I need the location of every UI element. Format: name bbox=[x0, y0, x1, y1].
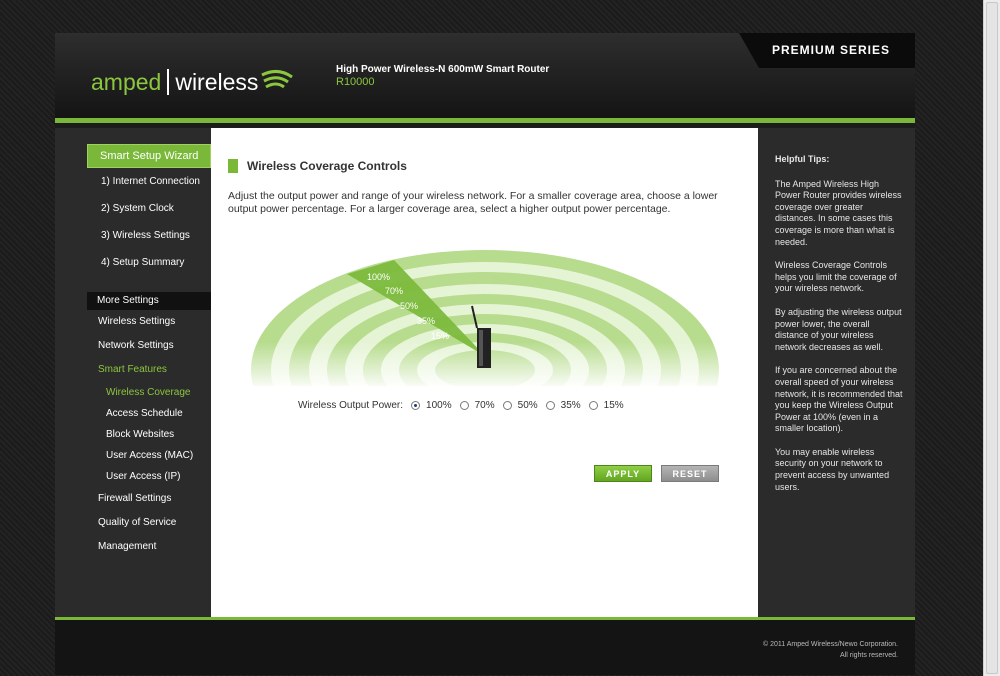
scrollbar-thumb[interactable] bbox=[986, 2, 998, 674]
radio-70[interactable] bbox=[459, 401, 469, 410]
label-100: 100% bbox=[367, 272, 390, 282]
radio-35[interactable] bbox=[545, 401, 555, 410]
sidebar-item-quality-of-service[interactable]: Quality of Service bbox=[87, 511, 211, 535]
radio-15[interactable] bbox=[588, 401, 598, 410]
wizard-internet-connection[interactable]: 1) Internet Connection bbox=[87, 168, 211, 195]
main-content: Wireless Coverage Controls Adjust the ou… bbox=[211, 128, 758, 617]
model-number: R10000 bbox=[336, 76, 375, 88]
logo-text-amped: amped bbox=[91, 68, 162, 95]
tip-paragraph: You may enable wireless security on your… bbox=[775, 446, 890, 492]
radio-15-label: 15% bbox=[603, 400, 624, 411]
label-70: 70% bbox=[385, 286, 403, 296]
sidebar-nav: Smart Setup Wizard 1) Internet Connectio… bbox=[87, 144, 211, 559]
header: PREMIUM SERIES amped wireless High Power… bbox=[55, 33, 915, 118]
radio-50[interactable] bbox=[502, 401, 512, 410]
tip-paragraph: If you are concerned about the overall s… bbox=[775, 365, 903, 434]
page-title: Wireless Coverage Controls bbox=[228, 159, 407, 173]
tips-title: Helpful Tips: bbox=[775, 154, 830, 164]
amped-wireless-logo: amped wireless bbox=[91, 67, 294, 97]
sidebar-item-access-schedule[interactable]: Access Schedule bbox=[87, 403, 211, 424]
logo-swoosh-icon bbox=[261, 70, 294, 89]
copyright-line: © 2011 Amped Wireless/Newo Corporation. bbox=[763, 641, 898, 648]
sidebar-item-management[interactable]: Management bbox=[87, 535, 211, 559]
tip-paragraph: Wireless Coverage Controls helps you lim… bbox=[775, 260, 897, 294]
sidebar-item-network-settings[interactable]: Network Settings bbox=[87, 334, 211, 358]
product-name: High Power Wireless-N 600mW Smart Router bbox=[336, 64, 550, 75]
wizard-wireless-settings[interactable]: 3) Wireless Settings bbox=[87, 222, 211, 249]
wireless-output-power-control: Wireless Output Power: 100% 70% 50% 35% … bbox=[298, 400, 624, 411]
power-option-35[interactable]: 35% bbox=[545, 400, 581, 411]
sidebar-item-user-access-ip[interactable]: User Access (IP) bbox=[87, 466, 211, 487]
power-option-15[interactable]: 15% bbox=[588, 400, 624, 411]
label-50: 50% bbox=[400, 301, 418, 311]
coverage-graphic: 100% 70% 50% 35% 15% bbox=[249, 250, 721, 386]
radio-100[interactable] bbox=[411, 401, 421, 410]
reset-button[interactable]: RESET bbox=[661, 465, 719, 482]
header-accent-bar bbox=[55, 118, 915, 123]
wizard-system-clock[interactable]: 2) System Clock bbox=[87, 195, 211, 222]
power-option-70[interactable]: 70% bbox=[459, 400, 495, 411]
copyright: © 2011 Amped Wireless/Newo Corporation. … bbox=[763, 639, 898, 661]
radio-50-label: 50% bbox=[517, 400, 538, 411]
premium-series-badge: PREMIUM SERIES bbox=[739, 33, 915, 68]
sidebar-item-smart-features[interactable]: Smart Features bbox=[87, 358, 211, 382]
output-power-label: Wireless Output Power: bbox=[298, 400, 404, 411]
power-option-50[interactable]: 50% bbox=[502, 400, 538, 411]
page-description: Adjust the output power and range of you… bbox=[228, 190, 718, 215]
radio-70-label: 70% bbox=[474, 400, 495, 411]
sidebar-item-user-access-mac[interactable]: User Access (MAC) bbox=[87, 445, 211, 466]
tip-paragraph: By adjusting the wireless output power l… bbox=[775, 306, 902, 352]
more-settings-heading: More Settings bbox=[87, 292, 211, 310]
power-option-100[interactable]: 100% bbox=[411, 400, 452, 411]
radio-35-label: 35% bbox=[560, 400, 581, 411]
sidebar-item-block-websites[interactable]: Block Websites bbox=[87, 424, 211, 445]
sidebar-item-firewall-settings[interactable]: Firewall Settings bbox=[87, 487, 211, 511]
logo-divider bbox=[167, 69, 170, 95]
logo-text-wireless: wireless bbox=[175, 68, 259, 95]
smart-setup-wizard-button[interactable]: Smart Setup Wizard bbox=[87, 144, 211, 168]
label-15: 15% bbox=[431, 331, 449, 341]
wizard-setup-summary[interactable]: 4) Setup Summary bbox=[87, 249, 211, 276]
helpful-tips-panel: Helpful Tips: The Amped Wireless High Po… bbox=[758, 128, 915, 618]
rights-line: All rights reserved. bbox=[840, 652, 898, 659]
title-marker bbox=[228, 159, 238, 173]
tip-paragraph: The Amped Wireless High Power Router pro… bbox=[775, 178, 902, 247]
helpful-tips: Helpful Tips: The Amped Wireless High Po… bbox=[775, 154, 903, 505]
sidebar-item-wireless-coverage[interactable]: Wireless Coverage bbox=[87, 382, 211, 403]
browser-scrollbar[interactable] bbox=[983, 0, 1000, 676]
sidebar-item-wireless-settings[interactable]: Wireless Settings bbox=[87, 310, 211, 334]
router-admin-frame: PREMIUM SERIES amped wireless High Power… bbox=[55, 33, 915, 675]
page-title-text: Wireless Coverage Controls bbox=[247, 159, 407, 173]
apply-button[interactable]: APPLY bbox=[594, 465, 652, 482]
radio-100-label: 100% bbox=[426, 400, 452, 411]
label-35: 35% bbox=[417, 316, 435, 326]
footer: © 2011 Amped Wireless/Newo Corporation. … bbox=[55, 620, 915, 675]
